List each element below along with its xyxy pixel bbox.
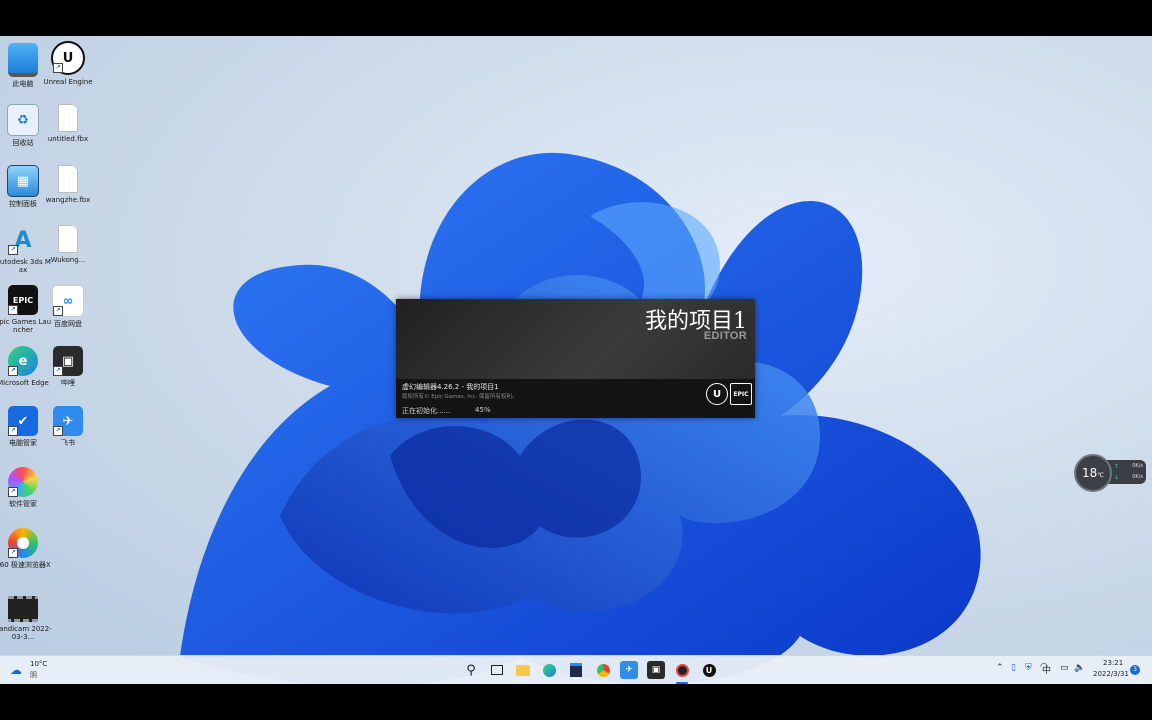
volume-icon[interactable]: 🔈	[1074, 663, 1085, 673]
unreal-taskbar-icon[interactable]: U	[700, 661, 718, 679]
usb-icon[interactable]: ▯	[1011, 663, 1016, 673]
monitor-icon	[8, 43, 38, 77]
splash-version-text: 虚幻编辑器4.26.2 - 我的项目1	[402, 383, 499, 391]
desktop-icon-untitled-fbx[interactable]: untitled.fbx	[39, 104, 97, 143]
file-icon	[58, 225, 78, 253]
shortcut-arrow-icon: ↗	[8, 366, 18, 376]
chevron-up-icon[interactable]: ⌃	[996, 663, 1004, 673]
shortcut-arrow-icon: ↗	[8, 487, 18, 497]
temperature-unit: ℃	[1097, 472, 1105, 479]
recycle-bin-icon: ♻	[7, 104, 39, 136]
clock-time[interactable]: 23:21	[1103, 659, 1123, 667]
store-icon[interactable]	[567, 661, 585, 679]
ime-indicator[interactable]: 中	[1042, 663, 1051, 676]
search-icon[interactable]: ⚲	[462, 661, 480, 679]
splash-status-text: 正在初始化......	[402, 407, 451, 415]
desktop: 此电脑 U ↗ Unreal Engine ♻ 回收站 untitled.fbx …	[0, 36, 1152, 684]
start-button[interactable]	[435, 663, 450, 678]
desktop-icon-unreal-engine[interactable]: U ↗ Unreal Engine	[39, 41, 97, 86]
download-speed: 0K/s	[1132, 474, 1143, 480]
shortcut-arrow-icon: ↗	[8, 426, 18, 436]
task-view-icon[interactable]	[488, 661, 506, 679]
desktop-icon-wangzhe-fbx[interactable]: wangzhe.fbx	[39, 165, 97, 204]
feishu-icon: ✈ ↗	[53, 406, 83, 436]
unreal-logo-icon: U	[706, 383, 728, 405]
edge-taskbar-icon[interactable]	[540, 661, 558, 679]
display-icon[interactable]: ▭	[1060, 663, 1069, 673]
desktop-icon-software-manager[interactable]: ↗ 软件管家	[0, 467, 52, 508]
taskbar: ☁ 10°C 阴 ⚲ ✈ ▣ U ⌃ ▯ ⛨ ◠ 中 ▭ 🔈 23:21 202…	[0, 655, 1152, 684]
bilibili-taskbar-icon[interactable]: ▣	[647, 661, 665, 679]
desktop-icon-baidu-netdisk[interactable]: ∞ ↗ 百度网盘	[39, 285, 97, 328]
desktop-icon-wukong[interactable]: Wukong...	[39, 225, 97, 264]
temperature-gauge: 18 ℃	[1074, 454, 1112, 492]
shortcut-arrow-icon: ↗	[53, 426, 63, 436]
splash-editor-label: EDITOR	[703, 330, 747, 342]
control-panel-icon: ▦	[7, 165, 39, 197]
shortcut-arrow-icon: ↗	[8, 305, 18, 315]
upload-arrow-icon: ↑	[1114, 463, 1120, 470]
shortcut-arrow-icon: ↗	[53, 366, 63, 376]
clock-date[interactable]: 2022/3/31	[1093, 670, 1129, 678]
splash-info-panel: 虚幻编辑器4.26.2 - 我的项目1 版权所有© Epic Games, In…	[396, 379, 755, 418]
system-monitor-widget[interactable]: ↑ 0K/s ↓ 0K/s 18 ℃	[1074, 454, 1146, 492]
shortcut-arrow-icon: ↗	[8, 245, 18, 255]
temperature-value: 18	[1081, 466, 1098, 480]
upload-speed: 0K/s	[1132, 463, 1143, 469]
shortcut-arrow-icon: ↗	[8, 548, 18, 558]
software-manager-icon: ↗	[8, 467, 38, 497]
shortcut-arrow-icon: ↗	[53, 306, 63, 316]
video-file-icon	[8, 596, 38, 622]
shield-tray-icon[interactable]: ⛨	[1025, 663, 1032, 673]
edge-icon: e ↗	[8, 346, 38, 376]
360-browser-icon: ↗	[8, 528, 38, 558]
file-explorer-icon[interactable]	[514, 661, 532, 679]
unreal-engine-icon: U ↗	[51, 41, 85, 75]
shield-icon: ✔ ↗	[8, 406, 38, 436]
desktop-icon-360-browser[interactable]: ↗ 360 极速浏览器X	[0, 528, 52, 569]
epic-games-icon: EPIC ↗	[8, 285, 38, 315]
bilibili-icon: ▣ ↗	[53, 346, 83, 376]
bandicam-taskbar-icon[interactable]	[673, 661, 691, 679]
epic-logo-icon: EPIC	[730, 383, 752, 405]
feishu-taskbar-icon[interactable]: ✈	[620, 661, 638, 679]
chrome-icon[interactable]	[594, 661, 612, 679]
shortcut-arrow-icon: ↗	[53, 63, 63, 73]
splash-progress-percent: 45%	[475, 406, 491, 414]
download-arrow-icon: ↓	[1114, 474, 1120, 481]
notification-badge[interactable]: 3	[1130, 665, 1140, 675]
desktop-icon-feishu[interactable]: ✈ ↗ 飞书	[39, 406, 97, 447]
weather-temperature[interactable]: 10°C	[30, 660, 47, 668]
file-icon	[58, 104, 78, 132]
splash-copyright-text: 版权所有© Epic Games, Inc. 保留所有权利。	[402, 394, 518, 400]
unreal-editor-splash: 我的项目1 EDITOR 虚幻编辑器4.26.2 - 我的项目1 版权所有© E…	[396, 299, 755, 418]
active-indicator	[676, 682, 688, 684]
desktop-icon-bilibili[interactable]: ▣ ↗ 哔哩	[39, 346, 97, 387]
desktop-icon-bandicam-video[interactable]: Bandicam 2022-03-3...	[0, 596, 52, 641]
file-icon	[58, 165, 78, 193]
weather-icon[interactable]: ☁	[10, 663, 22, 677]
weather-description[interactable]: 阴	[30, 670, 37, 680]
autodesk-icon: A ↗	[8, 225, 38, 255]
baidu-netdisk-icon: ∞ ↗	[52, 285, 84, 317]
